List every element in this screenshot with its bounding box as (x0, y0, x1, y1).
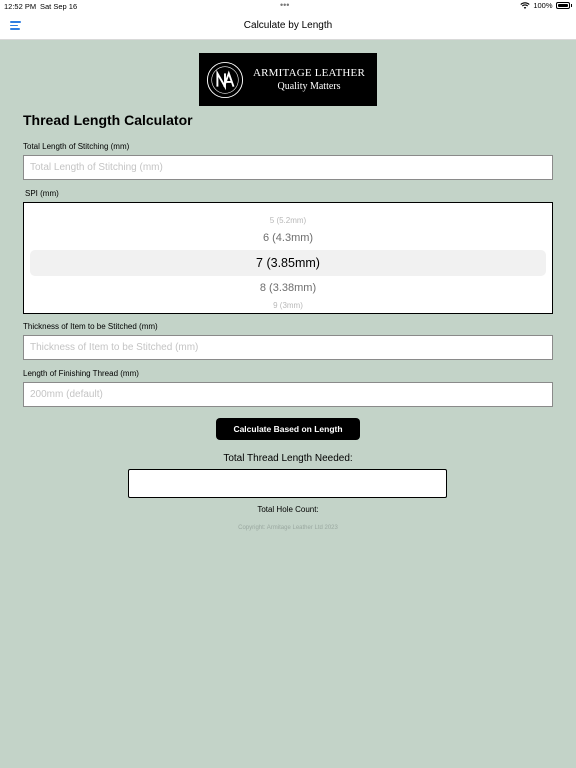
finishing-thread-label: Length of Finishing Thread (mm) (23, 369, 139, 378)
picker-option[interactable]: 5 (5.2mm) (24, 216, 552, 225)
thickness-label: Thickness of Item to be Stitched (mm) (23, 322, 158, 331)
picker-option[interactable]: 8 (3.38mm) (24, 282, 552, 294)
spi-picker[interactable]: 5 (5.2mm) 6 (4.3mm) 7 (3.85mm) 8 (3.38mm… (23, 202, 553, 314)
status-bar: 12:52 PM Sat Sep 16 ••• 100% (0, 0, 576, 12)
navigation-bar: Calculate by Length (0, 12, 576, 40)
logo-text: ARMITAGE LEATHER Quality Matters (253, 67, 365, 92)
picker-option[interactable]: 9 (3mm) (24, 301, 552, 310)
wifi-icon (520, 1, 530, 9)
picker-option[interactable]: 6 (4.3mm) (24, 232, 552, 244)
copyright-text: Copyright: Armitage Leather Ltd 2023 (238, 525, 338, 531)
battery-percent: 100% (533, 1, 553, 10)
stitching-length-label: Total Length of Stitching (mm) (23, 142, 130, 151)
page-title: Thread Length Calculator (23, 112, 193, 128)
status-date: Sat Sep 16 (40, 2, 78, 11)
armitage-leather-logo: ARMITAGE LEATHER Quality Matters (199, 53, 377, 106)
total-thread-length-output (128, 469, 447, 498)
status-time: 12:52 PM (4, 2, 37, 11)
multitasking-dots-icon[interactable]: ••• (280, 0, 289, 10)
thickness-input[interactable]: Thickness of Item to be Stitched (mm) (23, 335, 553, 360)
hole-count-label: Total Hole Count: (257, 505, 319, 514)
calculate-button[interactable]: Calculate Based on Length (216, 418, 360, 440)
picker-option-selected[interactable]: 7 (3.85mm) (24, 256, 552, 270)
logo-tagline: Quality Matters (277, 81, 341, 92)
spi-label: SPI (mm) (25, 189, 59, 198)
total-thread-length-label: Total Thread Length Needed: (223, 453, 353, 464)
battery-tip (570, 4, 572, 7)
stitching-length-input[interactable]: Total Length of Stitching (mm) (23, 155, 553, 180)
nav-title: Calculate by Length (243, 20, 333, 31)
logo-brand-name: ARMITAGE LEATHER (253, 67, 366, 79)
logo-seal-icon (206, 61, 244, 98)
status-indicators: 100% (520, 1, 572, 10)
finishing-thread-input[interactable]: 200mm (default) (23, 382, 553, 407)
battery-icon (555, 2, 570, 9)
